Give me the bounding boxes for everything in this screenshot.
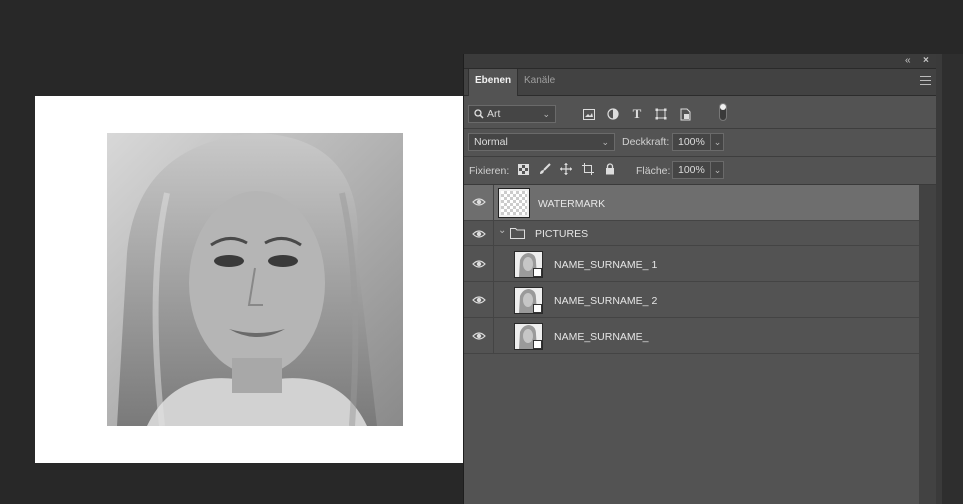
layer-divider <box>493 282 494 317</box>
double-chevron-left-icon[interactable]: « <box>905 55 911 66</box>
blend-row: Normal ⌄ Deckkraft: 100% ⌄ <box>464 129 936 157</box>
chevron-down-icon[interactable]: ⌄ <box>498 225 506 236</box>
layer-name-surname-2[interactable]: NAME_SURNAME_ 2 <box>464 282 919 318</box>
chevron-down-icon[interactable]: ⌄ <box>710 134 724 150</box>
dock-strip-edge <box>942 54 963 504</box>
layers-list: WATERMARK ⌄ PICTURES NAME_SURNAME_ 1 NAM… <box>464 185 919 504</box>
visibility-eye-icon[interactable] <box>472 195 486 209</box>
panel-title-bar: « × <box>464 54 936 69</box>
blend-mode-value: Normal <box>474 136 508 148</box>
blend-mode-select[interactable]: Normal ⌄ <box>468 133 615 151</box>
adjustment-filter-icon[interactable] <box>605 106 621 122</box>
tab-ebenen[interactable]: Ebenen <box>468 69 519 96</box>
smart-object-badge-icon <box>533 340 542 349</box>
panel-tab-bar: Ebenen Kanäle <box>464 69 936 96</box>
visibility-eye-icon[interactable] <box>472 293 486 307</box>
layer-name[interactable]: WATERMARK <box>538 198 605 210</box>
opacity-input[interactable]: 100% ⌄ <box>672 133 724 151</box>
layer-name[interactable]: NAME_SURNAME_ 1 <box>554 259 657 271</box>
shape-filter-icon[interactable] <box>653 106 669 122</box>
layer-watermark[interactable]: WATERMARK <box>464 185 919 221</box>
search-icon <box>474 109 484 119</box>
layer-thumbnail <box>514 287 543 314</box>
lock-row: Fixieren: Fläche: 100% ⌄ <box>464 157 936 185</box>
lock-transparent-pixels-icon[interactable] <box>516 162 530 176</box>
visibility-eye-icon[interactable] <box>472 329 486 343</box>
lock-image-pixels-icon[interactable] <box>538 162 552 176</box>
visibility-eye-icon[interactable] <box>472 257 486 271</box>
lock-artboard-icon[interactable] <box>581 162 595 176</box>
layer-name-surname[interactable]: NAME_SURNAME_ <box>464 318 919 354</box>
layer-divider <box>493 185 494 220</box>
lock-position-icon[interactable] <box>559 162 573 176</box>
filter-row: Art ⌄ <box>464 96 936 129</box>
layer-name[interactable]: NAME_SURNAME_ <box>554 331 649 343</box>
filter-toggle-icon[interactable] <box>715 102 731 122</box>
close-icon[interactable]: × <box>923 55 929 66</box>
smart-object-badge-icon <box>533 268 542 277</box>
tab-kanaele[interactable]: Kanäle <box>518 69 561 95</box>
fill-input[interactable]: 100% ⌄ <box>672 161 724 179</box>
layer-group-pictures[interactable]: ⌄ PICTURES <box>464 221 919 246</box>
chevron-down-icon: ⌄ <box>542 109 550 119</box>
layer-divider <box>493 318 494 353</box>
visibility-eye-icon[interactable] <box>472 227 486 241</box>
layer-name-surname-1[interactable]: NAME_SURNAME_ 1 <box>464 246 919 282</box>
layer-thumbnail <box>514 251 543 278</box>
opacity-value: 100% <box>678 136 705 148</box>
filter-kind-select[interactable]: Art ⌄ <box>468 105 556 123</box>
smart-object-filter-icon[interactable] <box>677 106 693 122</box>
layer-divider <box>493 221 494 245</box>
image-filter-icon[interactable] <box>581 106 597 122</box>
fill-value: 100% <box>678 164 705 176</box>
hamburger-menu-icon[interactable] <box>920 76 931 85</box>
filter-kind-label: Art <box>487 108 501 120</box>
layer-thumbnail <box>514 323 543 350</box>
chevron-down-icon[interactable]: ⌄ <box>710 162 724 178</box>
layers-panel: « × Ebenen Kanäle Art ⌄ T Normal ⌄ Deckk… <box>463 54 936 504</box>
portrait-image <box>107 133 403 426</box>
portrait-photo <box>107 133 403 426</box>
layer-name[interactable]: PICTURES <box>535 228 588 240</box>
lock-label: Fixieren: <box>469 165 510 177</box>
layers-scrollbar[interactable] <box>919 185 936 504</box>
layer-divider <box>493 246 494 281</box>
fill-label: Fläche: <box>636 165 671 177</box>
smart-object-badge-icon <box>533 304 542 313</box>
layer-thumbnail <box>499 189 529 217</box>
folder-icon <box>510 228 525 239</box>
chevron-down-icon: ⌄ <box>601 137 609 147</box>
opacity-label: Deckkraft: <box>622 136 670 148</box>
layer-name[interactable]: NAME_SURNAME_ 2 <box>554 295 657 307</box>
type-filter-icon[interactable]: T <box>629 106 645 122</box>
lock-all-icon[interactable] <box>603 162 617 176</box>
